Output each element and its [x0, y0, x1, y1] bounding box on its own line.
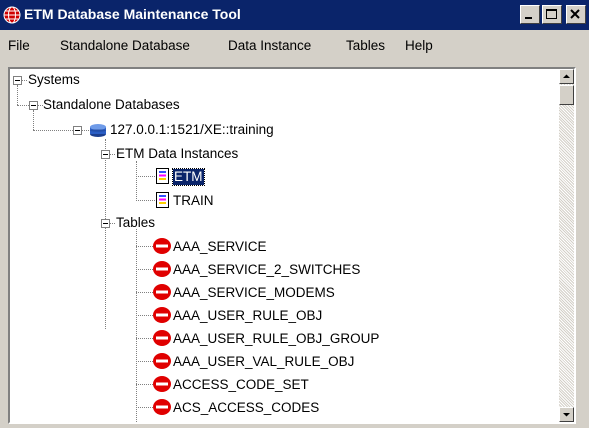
scroll-down-button[interactable] — [559, 407, 574, 422]
no-entry-icon — [153, 353, 171, 369]
arrow-down-icon — [563, 413, 570, 417]
expander-data-instances[interactable] — [101, 150, 110, 159]
tree-node-instance-etm[interactable]: ETM — [172, 168, 205, 186]
no-entry-icon — [153, 307, 171, 323]
tree-panel: Systems Standalone Databases 127.0.0.1:1… — [8, 67, 576, 424]
menu-data-instance[interactable]: Data Instance — [228, 38, 311, 53]
tree-node-instance-train[interactable]: TRAIN — [173, 193, 214, 209]
app-window: ETM Database Maintenance Tool File Stand… — [0, 0, 589, 428]
minimize-button[interactable] — [520, 5, 540, 24]
close-button[interactable] — [566, 5, 586, 24]
scroll-up-button[interactable] — [559, 69, 574, 84]
vertical-scrollbar[interactable] — [559, 69, 574, 422]
tree-node-systems[interactable]: Systems — [28, 72, 80, 88]
tree-node-table[interactable]: AAA_SERVICE_MODEMS — [173, 285, 335, 301]
tree-node-table[interactable]: AAA_USER_RULE_OBJ — [173, 308, 322, 324]
window-title: ETM Database Maintenance Tool — [24, 6, 241, 22]
minimize-icon — [525, 17, 532, 19]
no-entry-icon — [153, 330, 171, 346]
tree-node-table[interactable]: ACS_ACCESS_CODES — [173, 400, 319, 416]
maximize-button[interactable] — [542, 5, 562, 24]
tree-view: Systems Standalone Databases 127.0.0.1:1… — [10, 69, 550, 422]
menu-standalone-database[interactable]: Standalone Database — [60, 38, 190, 53]
tree-node-standalone-databases[interactable]: Standalone Databases — [43, 97, 180, 113]
tree-node-connection[interactable]: 127.0.0.1:1521/XE::training — [110, 122, 274, 138]
tree-node-data-instances[interactable]: ETM Data Instances — [116, 146, 238, 162]
globe-icon — [3, 6, 21, 24]
no-entry-icon — [153, 284, 171, 300]
tree-node-table[interactable]: ACCESS_CODE_SET — [173, 377, 309, 393]
expander-tables[interactable] — [101, 219, 110, 228]
maximize-icon — [546, 9, 557, 19]
tree-node-table[interactable]: AAA_USER_RULE_OBJ_GROUP — [173, 331, 379, 347]
tree-node-table[interactable]: AAA_USER_VAL_RULE_OBJ — [173, 354, 354, 370]
no-entry-icon — [153, 376, 171, 392]
tree-node-table[interactable]: AAA_SERVICE — [173, 239, 267, 255]
document-icon — [156, 192, 169, 208]
scroll-thumb[interactable] — [559, 85, 574, 105]
no-entry-icon — [153, 261, 171, 277]
no-entry-icon — [153, 399, 171, 415]
expander-connection[interactable] — [73, 126, 82, 135]
tree-node-table[interactable]: AAA_SERVICE_2_SWITCHES — [173, 262, 360, 278]
menu-file[interactable]: File — [8, 38, 30, 53]
menu-help[interactable]: Help — [405, 38, 433, 53]
no-entry-icon — [153, 238, 171, 254]
expander-standalone-databases[interactable] — [29, 101, 38, 110]
document-icon — [156, 168, 169, 184]
menu-tables[interactable]: Tables — [346, 38, 385, 53]
database-icon — [90, 124, 106, 137]
close-icon — [570, 9, 580, 19]
menu-bar: File Standalone Database Data Instance T… — [0, 33, 589, 59]
expander-systems[interactable] — [13, 76, 22, 85]
title-bar[interactable]: ETM Database Maintenance Tool — [0, 0, 589, 30]
arrow-up-icon — [563, 74, 570, 78]
